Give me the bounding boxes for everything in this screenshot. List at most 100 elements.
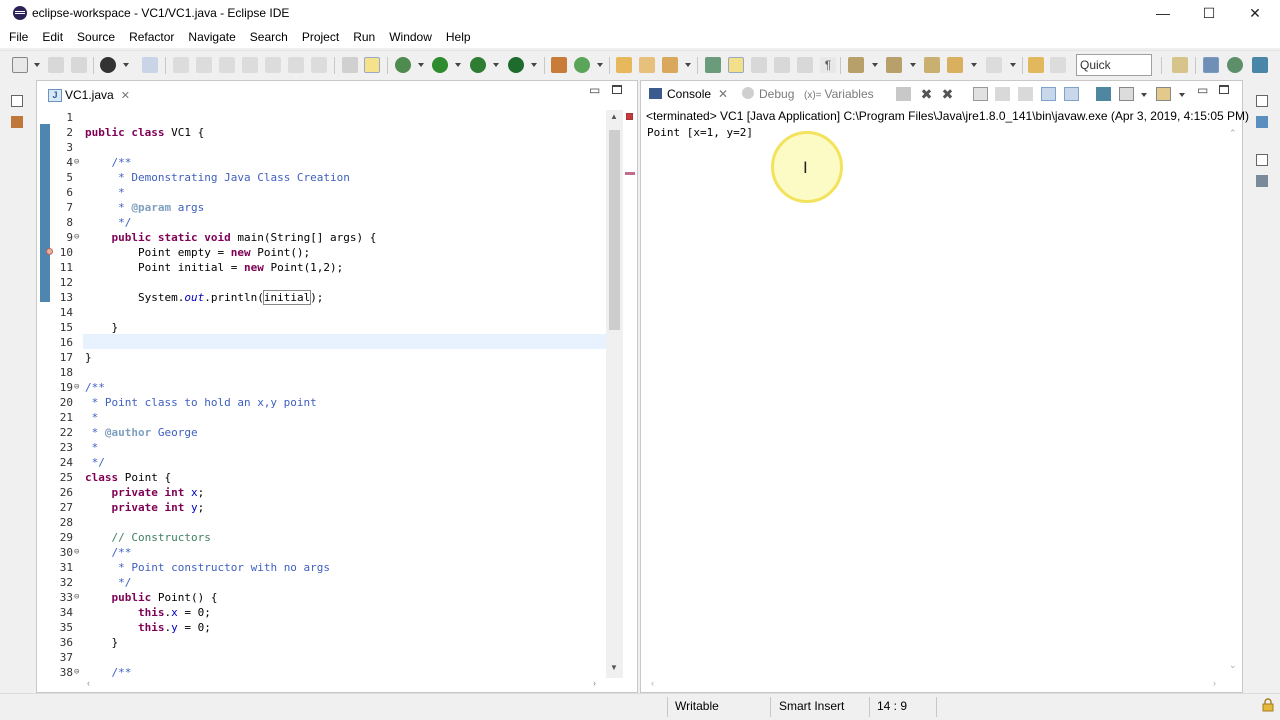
menu-help[interactable]: Help bbox=[439, 26, 478, 48]
maximize-icon[interactable] bbox=[1219, 85, 1229, 94]
show-whitespace-icon[interactable] bbox=[797, 57, 813, 73]
tab-console[interactable]: Console ✕ bbox=[649, 86, 728, 102]
run-icon[interactable] bbox=[432, 57, 448, 73]
minimize-icon[interactable]: ▭ bbox=[1197, 83, 1208, 97]
restore-icon[interactable] bbox=[1256, 95, 1268, 107]
quick-access-input[interactable]: Quick Access bbox=[1076, 54, 1152, 92]
code-line[interactable]: 21 * bbox=[37, 410, 607, 425]
coverage-dropdown-icon[interactable] bbox=[493, 63, 499, 67]
code-area[interactable]: 1 2 public class VC1 {3 4 ⊖ /** 5 * Demonstra… bbox=[37, 110, 607, 678]
suspend-icon[interactable] bbox=[196, 57, 212, 73]
terminate-icon[interactable] bbox=[896, 87, 911, 101]
code-line[interactable]: 32 */ bbox=[37, 575, 607, 590]
display-selected-console-icon[interactable] bbox=[1119, 87, 1134, 101]
code-line[interactable]: 5 * Demonstrating Java Class Creation bbox=[37, 170, 607, 185]
back-icon[interactable] bbox=[947, 57, 963, 73]
toggle-ant-editor-icon[interactable] bbox=[705, 57, 721, 73]
menu-project[interactable]: Project bbox=[295, 26, 346, 48]
code-line[interactable]: 2 public class VC1 { bbox=[37, 125, 607, 140]
code-line[interactable]: 28 bbox=[37, 515, 607, 530]
outline-icon[interactable] bbox=[1256, 116, 1268, 128]
new-dropdown-icon[interactable] bbox=[34, 63, 40, 67]
code-line[interactable]: 19 ⊖ /** bbox=[37, 380, 607, 395]
scroll-right-icon[interactable]: › bbox=[593, 678, 596, 688]
previous-annotation-dropdown-icon[interactable] bbox=[910, 63, 916, 67]
code-line[interactable]: 8 */ bbox=[37, 215, 607, 230]
code-line[interactable]: 26 private int x; bbox=[37, 485, 607, 500]
code-line[interactable]: 35 this.y = 0; bbox=[37, 620, 607, 635]
menu-file[interactable]: File bbox=[2, 26, 35, 48]
pin-console-icon[interactable] bbox=[1096, 87, 1111, 101]
scroll-up-icon[interactable]: ⌃ bbox=[1229, 128, 1237, 139]
coverage-icon[interactable] bbox=[470, 57, 486, 73]
code-line[interactable]: 11 Point initial = new Point(1,2); bbox=[37, 260, 607, 275]
code-line[interactable]: 1 bbox=[37, 110, 607, 125]
disconnect-icon[interactable] bbox=[242, 57, 258, 73]
status-insert-mode[interactable]: Smart Insert bbox=[779, 699, 844, 713]
fold-toggle-icon[interactable]: ⊖ bbox=[74, 665, 79, 678]
code-line[interactable]: 33 ⊖ public Point() { bbox=[37, 590, 607, 605]
code-line[interactable]: 16 bbox=[37, 335, 607, 350]
menu-run[interactable]: Run bbox=[346, 26, 382, 48]
forward-dropdown-icon[interactable] bbox=[1010, 63, 1016, 67]
fold-toggle-icon[interactable]: ⊖ bbox=[74, 155, 79, 170]
new-class-dropdown-icon[interactable] bbox=[597, 63, 603, 67]
code-line[interactable]: 29 // Constructors bbox=[37, 530, 607, 545]
code-line[interactable]: 9 ⊖ public static void main(String[] args… bbox=[37, 230, 607, 245]
step-over-icon[interactable] bbox=[288, 57, 304, 73]
code-line[interactable]: 3 bbox=[37, 140, 607, 155]
java-perspective-icon[interactable] bbox=[1203, 57, 1219, 73]
code-line[interactable]: 20 * Point class to hold an x,y point bbox=[37, 395, 607, 410]
word-wrap-icon[interactable] bbox=[1018, 87, 1033, 101]
tab-debug[interactable]: Debug bbox=[742, 86, 794, 102]
minimize-button[interactable]: — bbox=[1140, 0, 1186, 26]
menu-source[interactable]: Source bbox=[70, 26, 122, 48]
previous-annotation-icon[interactable] bbox=[886, 57, 902, 73]
code-line[interactable]: 6 * bbox=[37, 185, 607, 200]
close-button[interactable]: ✕ bbox=[1232, 0, 1278, 26]
debug-dropdown-icon[interactable] bbox=[123, 63, 129, 67]
code-line[interactable]: 12 bbox=[37, 275, 607, 290]
remove-launch-icon[interactable]: ✖ bbox=[919, 87, 934, 101]
scroll-lock-icon[interactable] bbox=[995, 87, 1010, 101]
scroll-left-icon[interactable]: ‹ bbox=[87, 678, 90, 688]
code-line[interactable]: 36 } bbox=[37, 635, 607, 650]
fold-toggle-icon[interactable]: ⊖ bbox=[74, 380, 79, 395]
next-annotation-icon[interactable] bbox=[848, 57, 864, 73]
code-line[interactable]: 23 * bbox=[37, 440, 607, 455]
maximize-button[interactable]: ☐ bbox=[1186, 0, 1232, 26]
search-icon[interactable] bbox=[662, 57, 678, 73]
menu-edit[interactable]: Edit bbox=[35, 26, 70, 48]
remove-all-launches-icon[interactable]: ✖ bbox=[940, 87, 955, 101]
back-dropdown-icon[interactable] bbox=[971, 63, 977, 67]
scroll-down-icon[interactable]: ⌄ bbox=[1229, 660, 1237, 671]
mark-occurrences-icon[interactable] bbox=[728, 57, 744, 73]
status-cursor-position[interactable]: 14 : 9 bbox=[877, 699, 907, 713]
warning-marker-icon[interactable] bbox=[46, 248, 53, 255]
code-line[interactable]: 7 * @param args bbox=[37, 200, 607, 215]
search-dropdown-icon[interactable] bbox=[685, 63, 691, 67]
clear-console-icon[interactable] bbox=[973, 87, 988, 101]
next-annotation-dropdown-icon[interactable] bbox=[872, 63, 878, 67]
code-line[interactable]: 25 class Point { bbox=[37, 470, 607, 485]
step-into-icon[interactable] bbox=[265, 57, 281, 73]
show-console-on-output-icon[interactable] bbox=[1041, 87, 1056, 101]
drop-to-frame-icon[interactable] bbox=[342, 57, 358, 73]
terminate-icon[interactable] bbox=[219, 57, 235, 73]
code-line[interactable]: 15 } bbox=[37, 320, 607, 335]
code-line[interactable]: 37 bbox=[37, 650, 607, 665]
menu-search[interactable]: Search bbox=[243, 26, 295, 48]
git-perspective-icon[interactable] bbox=[1252, 57, 1268, 73]
close-icon[interactable]: ✕ bbox=[121, 85, 130, 107]
external-tools-dropdown-icon[interactable] bbox=[531, 63, 537, 67]
code-line[interactable]: 30 ⊖ /** bbox=[37, 545, 607, 560]
debug-run-dropdown-icon[interactable] bbox=[418, 63, 424, 67]
menu-window[interactable]: Window bbox=[382, 26, 439, 48]
undo-icon[interactable] bbox=[1028, 57, 1044, 73]
code-line[interactable]: 18 bbox=[37, 365, 607, 380]
use-step-filters-icon[interactable] bbox=[364, 57, 380, 73]
step-return-icon[interactable] bbox=[311, 57, 327, 73]
code-line[interactable]: 24 */ bbox=[37, 455, 607, 470]
package-explorer-icon[interactable] bbox=[11, 116, 23, 128]
debug-perspective-icon[interactable] bbox=[1227, 57, 1243, 73]
